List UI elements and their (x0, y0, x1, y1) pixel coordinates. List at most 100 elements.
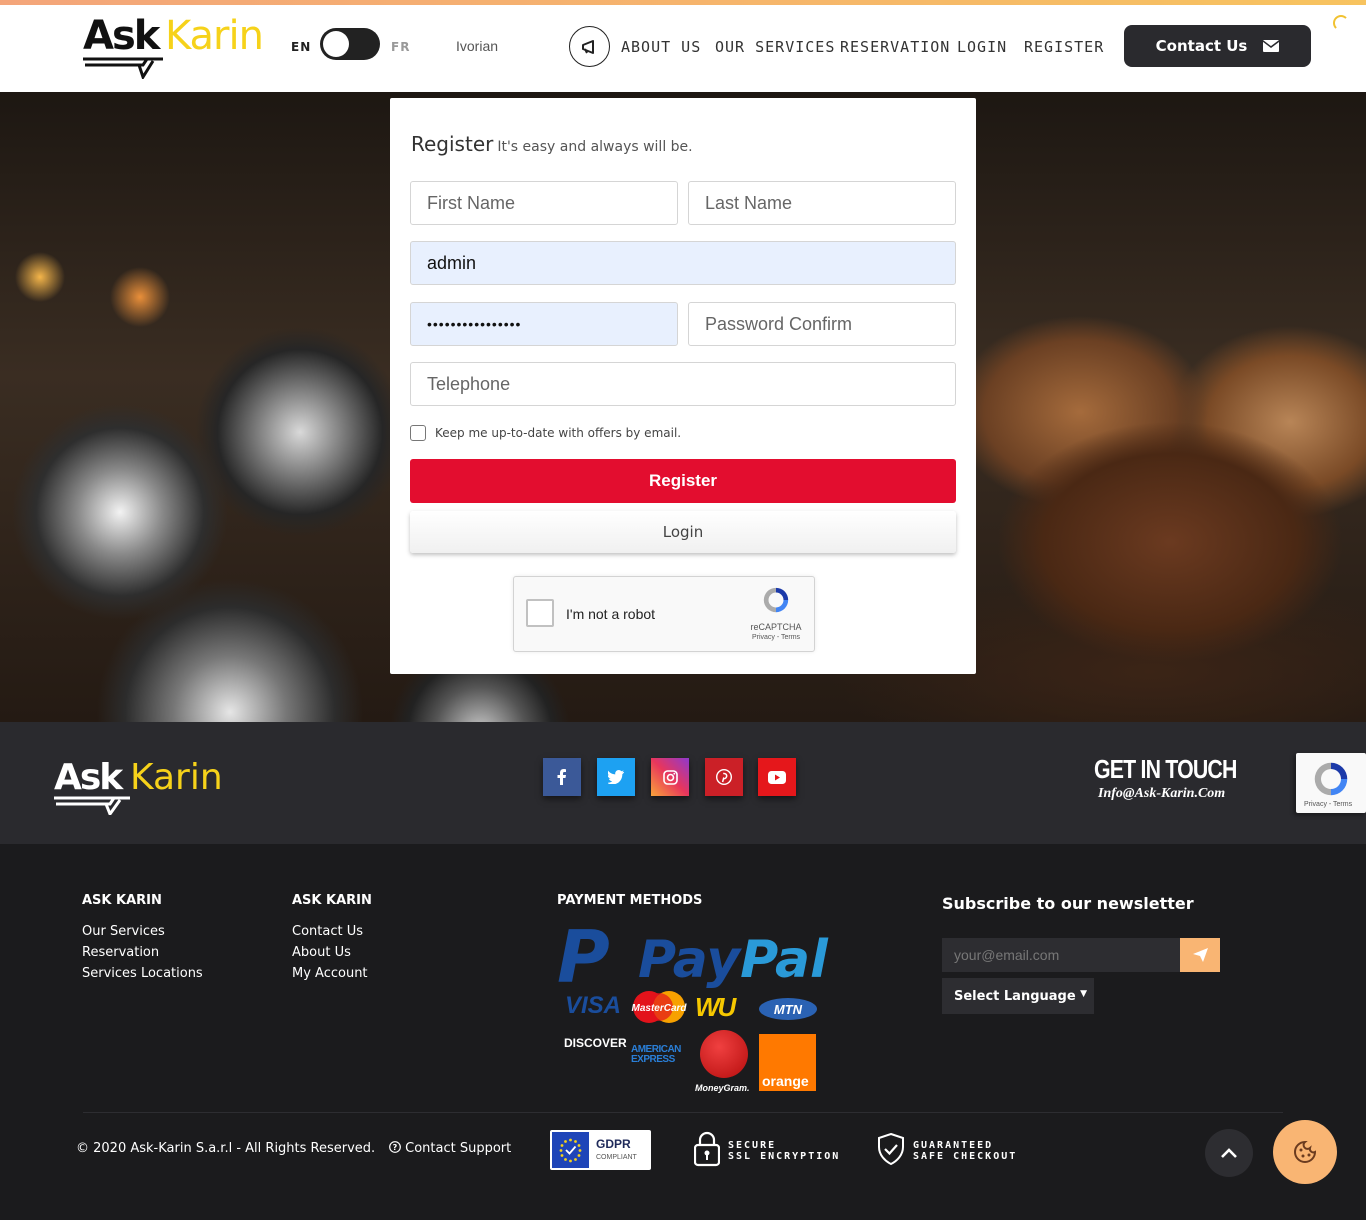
nav-about-us[interactable]: ABOUT US (621, 38, 701, 56)
footer-link-my-account[interactable]: My Account (292, 966, 368, 981)
password-confirm-field[interactable]: Password Confirm (688, 302, 956, 346)
visa-logo: VISA (565, 992, 622, 1019)
language-select[interactable]: Select Language ▼ (942, 978, 1094, 1014)
footer-main: ASK KARIN Our Services Reservation Servi… (0, 844, 1366, 1220)
newsletter-email-input[interactable]: your@email.com (942, 938, 1180, 972)
newsletter-checkbox[interactable] (410, 425, 426, 441)
lang-ivorian-link[interactable]: Ivorian (456, 38, 498, 54)
paypal-pay: Pay (638, 930, 741, 990)
gdpr-title: GDPR (596, 1137, 631, 1151)
recaptcha-privacy-terms[interactable]: Privacy - Terms (744, 634, 808, 641)
recaptcha-badge-icon (1314, 762, 1348, 796)
footer-logo[interactable]: Ask Karin (54, 757, 234, 817)
pinterest-icon[interactable] (705, 758, 743, 796)
american-express-logo: AMERICAN EXPRESS (631, 1045, 681, 1064)
payment-methods-title: PAYMENT METHODS (557, 893, 703, 908)
question-circle-icon: ? (389, 1141, 401, 1153)
nav-register[interactable]: REGISTER (1024, 38, 1104, 56)
register-button[interactable]: Register (410, 459, 956, 503)
footer-link-contact-us[interactable]: Contact Us (292, 924, 363, 939)
amex-line2: EXPRESS (631, 1053, 675, 1065)
newsletter-send-button[interactable] (1180, 938, 1220, 972)
safe-checkout-text: GUARANTEED SAFE CHECKOUT (913, 1140, 1017, 1162)
recaptcha-badge[interactable]: Privacy - Terms (1296, 753, 1366, 813)
form-subtitle: It's easy and always will be. (497, 139, 693, 155)
footer-top-bar: Ask Karin GET IN TOUCH Info@Ask-Karin.Co… (0, 722, 1366, 844)
eu-flag-icon (552, 1132, 589, 1168)
copyright-text: © 2020 Ask-Karin S.a.r.l - All Rights Re… (76, 1141, 376, 1156)
discover-logo: DISCOVER (564, 1036, 627, 1050)
facebook-icon[interactable] (543, 758, 581, 796)
footer-link-our-services[interactable]: Our Services (82, 924, 165, 939)
mtn-logo: MTN (759, 998, 817, 1020)
contact-email-link[interactable]: Info@Ask-Karin.Com (1098, 786, 1225, 802)
nav-login[interactable]: LOGIN (957, 38, 1007, 56)
moneygram-globe-icon (700, 1030, 748, 1078)
last-name-field[interactable]: Last Name (688, 181, 956, 225)
contact-support-link[interactable]: ? Contact Support (389, 1141, 511, 1156)
recaptcha-brand: reCAPTCHA (750, 622, 802, 632)
chevron-down-icon: ▼ (1080, 989, 1087, 999)
safe-line1: GUARANTEED (913, 1140, 994, 1151)
ssl-line1: SECURE (728, 1140, 777, 1151)
first-name-field[interactable]: First Name (410, 181, 678, 225)
contact-us-label: Contact Us (1155, 37, 1248, 55)
twitter-icon[interactable] (597, 758, 635, 796)
footer-logo-ask: Ask (54, 757, 123, 798)
instagram-icon[interactable] (651, 758, 689, 796)
western-union-logo: WU (695, 992, 736, 1022)
mastercard-logo: MasterCard (631, 991, 687, 1023)
site-header: Ask Karin EN FR Ivorian ABOUT US OUR SER… (0, 5, 1366, 92)
orange-money-logo: orange (759, 1034, 816, 1091)
ssl-line2: SSL ENCRYPTION (728, 1151, 841, 1162)
youtube-icon[interactable] (758, 758, 796, 796)
paypal-p-logo: P (557, 915, 610, 999)
lang-en-label[interactable]: EN (291, 40, 311, 54)
svg-text:?: ? (393, 1143, 398, 1152)
lang-fr-label[interactable]: FR (391, 40, 410, 54)
megaphone-icon[interactable] (569, 26, 610, 67)
footer-link-about-us[interactable]: About Us (292, 945, 351, 960)
recaptcha-widget: I'm not a robot reCAPTCHA Privacy - Term… (513, 576, 815, 652)
contact-us-button[interactable]: Contact Us (1124, 25, 1311, 67)
nav-our-services[interactable]: OUR SERVICES (715, 38, 835, 56)
cookie-icon (1294, 1141, 1316, 1163)
site-logo[interactable]: Ask Karin (83, 13, 273, 79)
gdpr-subtitle: COMPLIANT (596, 1154, 637, 1161)
form-title: Register It's easy and always will be. (411, 132, 693, 156)
paypal-pal: Pal (740, 930, 828, 990)
footer-logo-tail-icon (54, 796, 130, 815)
recaptcha-logo: reCAPTCHA Privacy - Terms (744, 585, 808, 641)
newsletter-checkbox-label[interactable]: Keep me up-to-date with offers by email. (435, 426, 681, 440)
recaptcha-checkbox[interactable] (526, 599, 554, 627)
footer-col2-title: ASK KARIN (292, 893, 372, 908)
cookie-settings-button[interactable] (1273, 1120, 1337, 1184)
language-toggle[interactable] (320, 28, 380, 60)
lock-icon (694, 1131, 720, 1167)
footer-logo-karin: Karin (130, 757, 223, 798)
toggle-knob (323, 31, 349, 57)
language-select-value: Select Language (954, 988, 1076, 1004)
footer-divider (83, 1112, 1283, 1113)
telephone-field[interactable]: Telephone (410, 362, 956, 406)
password-field[interactable]: •••••••••••••••• (410, 302, 678, 346)
footer-link-reservation[interactable]: Reservation (82, 945, 159, 960)
contact-support-label: Contact Support (405, 1141, 512, 1156)
moneygram-logo: MoneyGram. (695, 1083, 750, 1093)
login-button[interactable]: Login (410, 511, 956, 553)
form-title-text: Register (411, 132, 494, 156)
logo-karin: Karin (165, 13, 264, 59)
logo-speech-tail-icon (83, 57, 163, 79)
paypal-logo: PayPal (638, 934, 828, 986)
back-to-top-button[interactable] (1205, 1129, 1253, 1177)
username-field[interactable]: admin (410, 241, 956, 285)
register-form-card: Register It's easy and always will be. Fi… (390, 98, 976, 674)
shield-check-icon (878, 1133, 904, 1165)
newsletter-title: Subscribe to our newsletter (942, 894, 1194, 913)
mastercard-text: MasterCard (631, 1003, 687, 1014)
logo-ask: Ask (83, 13, 160, 59)
recaptcha-badge-links[interactable]: Privacy - Terms (1304, 801, 1352, 808)
nav-reservation[interactable]: RESERVATION (840, 38, 950, 56)
loading-spinner-icon (1333, 15, 1349, 31)
footer-link-services-locations[interactable]: Services Locations (82, 966, 203, 981)
